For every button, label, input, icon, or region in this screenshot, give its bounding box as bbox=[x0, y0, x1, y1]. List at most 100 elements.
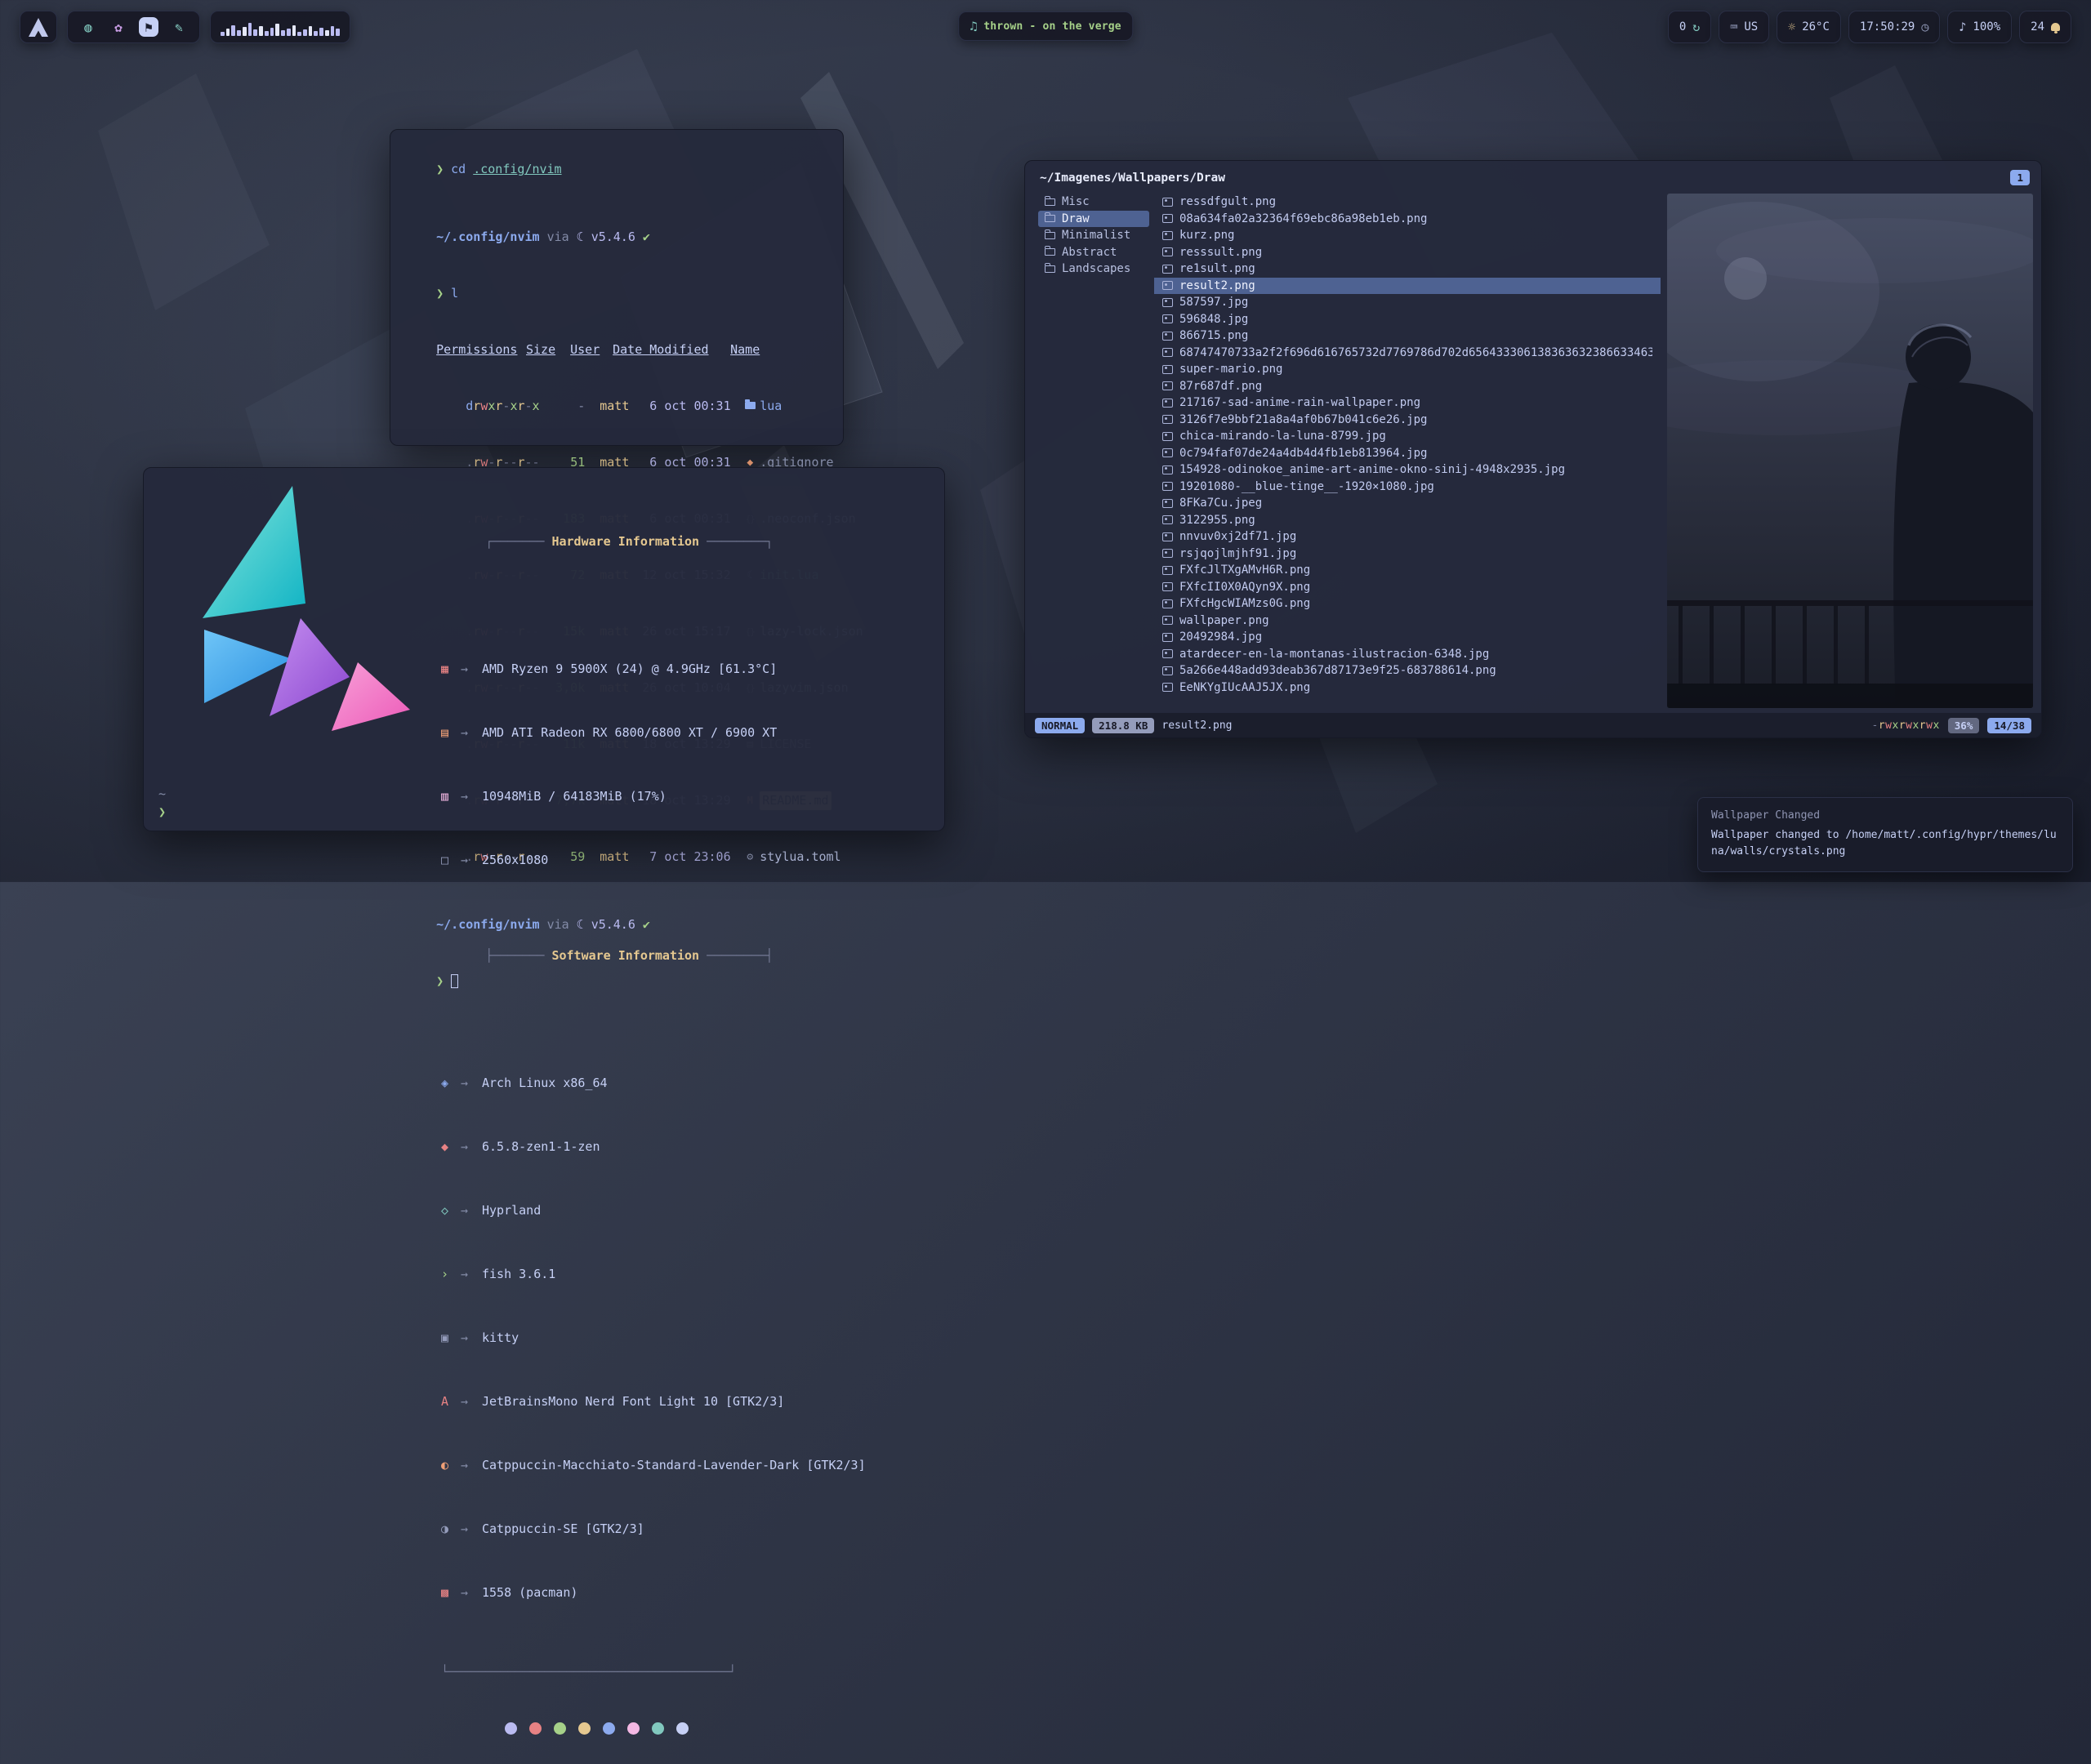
now-playing-label: thrown - on the verge bbox=[983, 20, 1121, 33]
file-item[interactable]: 19201080-__blue-tinge__-1920×1080.jpg bbox=[1154, 479, 1661, 496]
clock-icon: ◷ bbox=[1921, 21, 1928, 33]
box-line: ├─────── bbox=[485, 948, 544, 963]
prompt-version: v5.4.6 bbox=[591, 229, 635, 244]
workspace-icon: ⚑ bbox=[145, 20, 153, 35]
visualizer-bar bbox=[319, 28, 323, 36]
keyboard-layout-value: US bbox=[1744, 20, 1758, 33]
workspace-button[interactable]: ✿ bbox=[109, 17, 128, 37]
file-item[interactable]: EeNKYgIUcAAJ5JX.png bbox=[1154, 679, 1661, 697]
image-file-icon bbox=[1162, 198, 1173, 207]
file-name: atardecer-en-la-montanas-ilustracion-634… bbox=[1179, 648, 1489, 661]
notification-popup[interactable]: Wallpaper Changed Wallpaper changed to /… bbox=[1697, 797, 2073, 872]
keyboard-layout-module[interactable]: ⌨ US bbox=[1719, 11, 1769, 43]
file-name: 87r687df.png bbox=[1179, 380, 1262, 393]
info-text: kitty bbox=[482, 1330, 519, 1347]
fastfetch-window[interactable]: ┌─────── Hardware Information ────────┐ … bbox=[143, 467, 945, 831]
file-item[interactable]: 8FKa7Cu.jpeg bbox=[1154, 495, 1661, 512]
file-item[interactable]: wallpaper.png bbox=[1154, 612, 1661, 630]
image-file-icon bbox=[1162, 381, 1173, 390]
visualizer-bar bbox=[253, 29, 257, 36]
file-item[interactable]: 154928-odinokoe_anime-art-anime-okno-sin… bbox=[1154, 461, 1661, 479]
file-name: result2.png bbox=[1179, 279, 1255, 292]
file-item[interactable]: FXfcHgcWIAMzs0G.png bbox=[1154, 595, 1661, 612]
command-name: l bbox=[451, 286, 458, 301]
folder-name: Abstract bbox=[1062, 246, 1117, 259]
file-item[interactable]: kurz.png bbox=[1154, 227, 1661, 244]
image-file-icon bbox=[1162, 666, 1173, 675]
folder-item[interactable]: Abstract bbox=[1038, 244, 1149, 261]
media-player-module[interactable]: ♫ thrown - on the verge bbox=[958, 11, 1133, 41]
file-item[interactable]: rsjqojlmjhf91.jpg bbox=[1154, 546, 1661, 563]
info-line: ◆→6.5.8-zen1-1-zen bbox=[441, 1139, 928, 1156]
file-item[interactable]: 866715.png bbox=[1154, 327, 1661, 345]
arrow-icon: → bbox=[461, 789, 482, 805]
clock-value: 17:50:29 bbox=[1860, 20, 1915, 33]
updates-count: 0 bbox=[1679, 20, 1686, 33]
file-name: 08a634fa02a32364f69ebc86a98eb1eb.png bbox=[1179, 212, 1427, 225]
workspace-button[interactable]: ◍ bbox=[78, 17, 98, 37]
file-item[interactable]: 596848.jpg bbox=[1154, 311, 1661, 328]
file-item[interactable]: FXfcJlTXgAMvH6R.png bbox=[1154, 562, 1661, 579]
command-name: cd bbox=[451, 162, 466, 176]
info-text: JetBrainsMono Nerd Font Light 10 [GTK2/3… bbox=[482, 1394, 784, 1410]
software-lines: ◈→Arch Linux x86_64 ◆→6.5.8-zen1-1-zen ◇… bbox=[441, 1012, 928, 1633]
info-line: ▥→10948MiB / 64183MiB (17%) bbox=[441, 789, 928, 805]
image-file-icon bbox=[1162, 633, 1173, 642]
file-name: chica-mirando-la-luna-8799.jpg bbox=[1179, 430, 1386, 443]
temperature-module[interactable]: ☼ 26°C bbox=[1777, 11, 1841, 43]
file-item[interactable]: chica-mirando-la-luna-8799.jpg bbox=[1154, 428, 1661, 445]
hardware-section-header: ┌─────── Hardware Information ────────┐ bbox=[441, 518, 928, 566]
file-item[interactable]: FXfcII0X0AQyn9X.png bbox=[1154, 579, 1661, 596]
file-item[interactable]: 3126f7e9bbf21a8a4af0b67b041c6e26.jpg bbox=[1154, 412, 1661, 429]
arrow-icon: → bbox=[461, 853, 482, 869]
updates-module[interactable]: 0 ↻ bbox=[1668, 11, 1711, 43]
folder-item[interactable]: Misc bbox=[1038, 194, 1149, 211]
notifications-module[interactable]: 24 bbox=[2019, 11, 2071, 43]
workspace-button[interactable]: ⚑ bbox=[139, 17, 158, 37]
file-item[interactable]: 20492984.jpg bbox=[1154, 629, 1661, 646]
statusbar-right: -rwxrwxrwx 36% 14/38 bbox=[1872, 718, 2032, 733]
folder-item[interactable]: Landscapes bbox=[1038, 261, 1149, 278]
image-file-icon bbox=[1162, 582, 1173, 591]
workspace-button[interactable]: ✎ bbox=[169, 17, 189, 37]
file-manager-window[interactable]: ~/Imagenes/Wallpapers/Draw 1 Misc Draw M… bbox=[1024, 160, 2042, 738]
file-item[interactable]: re1sult.png bbox=[1154, 261, 1661, 278]
tab-indicator-badge[interactable]: 1 bbox=[2010, 170, 2030, 185]
terminal-window[interactable]: ❯cd.config/nvim ~/.config/nvimvia☾v5.4.6… bbox=[390, 129, 844, 446]
prompt-path: ~/.config/nvim bbox=[436, 229, 539, 244]
folder-item[interactable]: Draw bbox=[1038, 211, 1149, 228]
audio-visualizer-module[interactable] bbox=[210, 11, 350, 43]
arrow-icon: → bbox=[461, 1267, 482, 1283]
file-item[interactable]: 217167-sad-anime-rain-wallpaper.png bbox=[1154, 394, 1661, 412]
file-name: EeNKYgIUcAAJ5JX.png bbox=[1179, 681, 1310, 694]
file-item[interactable]: nnvuv0xj2df71.jpg bbox=[1154, 528, 1661, 546]
file-item[interactable]: 68747470733a2f2f696d616765732d7769786d70… bbox=[1154, 345, 1661, 362]
file-name: 217167-sad-anime-rain-wallpaper.png bbox=[1179, 396, 1420, 409]
file-item[interactable]: 5a266e448add93deab367d87173e9f25-6837886… bbox=[1154, 662, 1661, 679]
clock-module[interactable]: 17:50:29 ◷ bbox=[1848, 11, 1940, 43]
image-file-icon bbox=[1162, 482, 1173, 491]
workspace-icon: ✎ bbox=[175, 20, 183, 35]
info-text: Catppuccin-SE [GTK2/3] bbox=[482, 1521, 644, 1538]
visualizer-bar bbox=[275, 24, 279, 36]
file-item[interactable]: result2.png bbox=[1154, 278, 1661, 295]
info-text: 1558 (pacman) bbox=[482, 1585, 577, 1601]
app-launcher-button[interactable] bbox=[20, 11, 57, 43]
image-file-icon bbox=[1162, 532, 1173, 541]
info-text: Hyprland bbox=[482, 1203, 541, 1219]
file-item[interactable]: 587597.jpg bbox=[1154, 294, 1661, 311]
file-item[interactable]: 87r687df.png bbox=[1154, 378, 1661, 395]
file-item[interactable]: 0c794faf07de24a4db4d4fb1eb813964.jpg bbox=[1154, 445, 1661, 462]
file-item[interactable]: 08a634fa02a32364f69ebc86a98eb1eb.png bbox=[1154, 211, 1661, 228]
file-item[interactable]: super-mario.png bbox=[1154, 361, 1661, 378]
file-item[interactable]: 3122955.png bbox=[1154, 512, 1661, 529]
file-item[interactable]: atardecer-en-la-montanas-ilustracion-634… bbox=[1154, 646, 1661, 663]
volume-module[interactable]: ♪ 100% bbox=[1947, 11, 2012, 43]
file-name: resssult.png bbox=[1179, 246, 1262, 259]
file-name: 587597.jpg bbox=[1179, 296, 1248, 309]
folder-item[interactable]: Minimalist bbox=[1038, 227, 1149, 244]
image-file-icon bbox=[1162, 599, 1173, 608]
info-text: fish 3.6.1 bbox=[482, 1267, 555, 1283]
file-item[interactable]: ressdfgult.png bbox=[1154, 194, 1661, 211]
file-item[interactable]: resssult.png bbox=[1154, 244, 1661, 261]
